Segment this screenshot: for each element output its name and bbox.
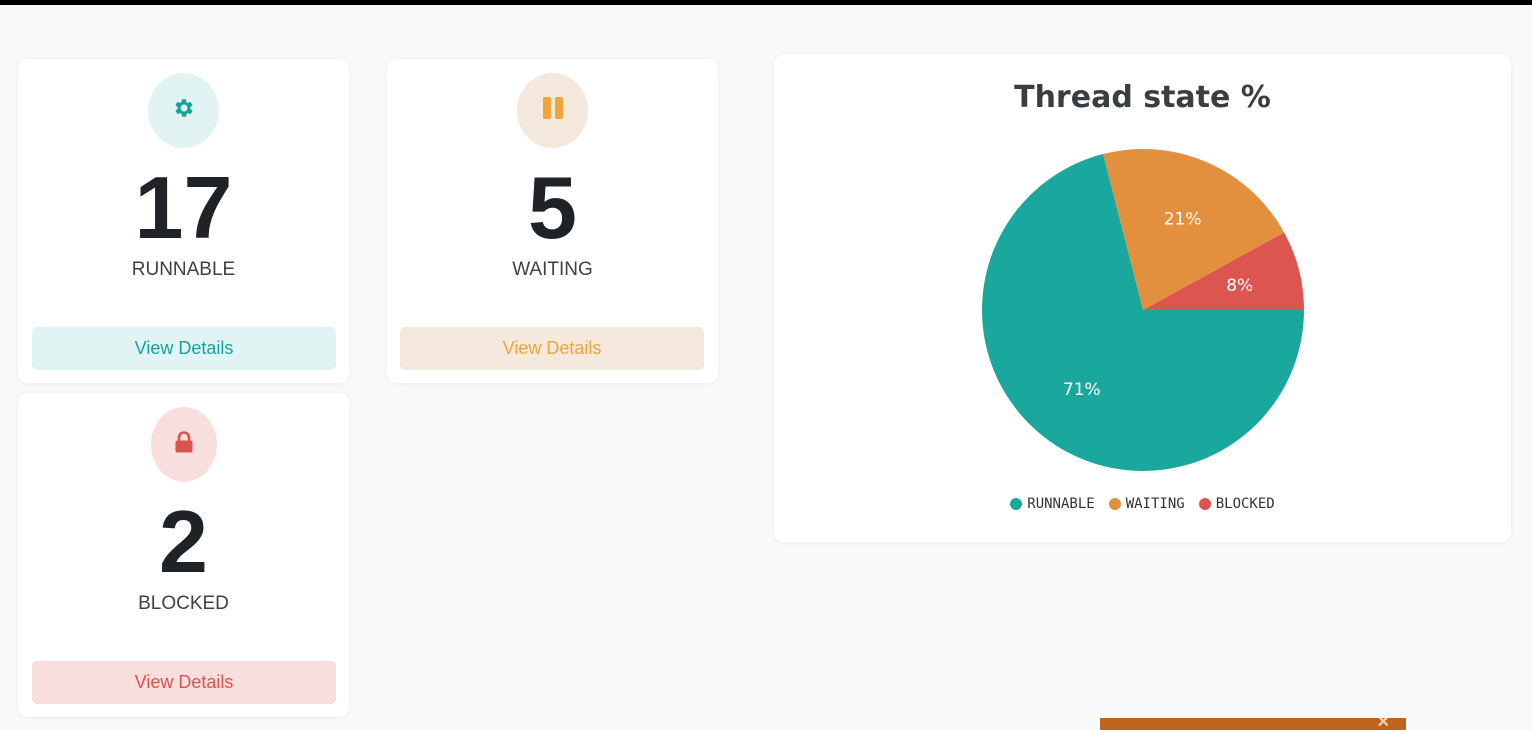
runnable-count: 17 <box>134 158 233 257</box>
toast-close-icon[interactable]: ✕ <box>1377 718 1390 730</box>
legend-item-blocked[interactable]: BLOCKED <box>1198 496 1275 512</box>
runnable-label: RUNNABLE <box>131 259 236 280</box>
waiting-label: WAITING <box>512 259 593 280</box>
chart-legend: RUNNABLE WAITING BLOCKED <box>774 496 1511 512</box>
runnable-icon-circle <box>148 73 219 148</box>
waiting-view-details-button[interactable]: View Details <box>400 327 704 370</box>
legend-item-waiting[interactable]: WAITING <box>1108 496 1185 512</box>
blocked-count: 2 <box>159 492 208 591</box>
waiting-card: 5 WAITING View Details <box>387 59 718 383</box>
waiting-icon-circle <box>517 73 588 148</box>
legend-label-blocked: BLOCKED <box>1215 496 1275 512</box>
legend-label-runnable: RUNNABLE <box>1027 496 1095 512</box>
pie-label-runnable: 71% <box>1063 380 1101 400</box>
legend-dot-runnable <box>1010 498 1023 510</box>
gear-icon <box>172 96 196 125</box>
pause-icon <box>541 96 565 125</box>
blocked-view-details-button[interactable]: View Details <box>32 661 336 704</box>
pie-chart: 8% 21% 71% <box>982 149 1304 472</box>
top-bar <box>0 0 1532 5</box>
waiting-count: 5 <box>528 158 577 257</box>
lock-icon <box>174 431 194 458</box>
pie-label-blocked: 8% <box>1226 276 1253 296</box>
blocked-card: 2 BLOCKED View Details <box>18 393 349 717</box>
legend-label-waiting: WAITING <box>1125 496 1185 512</box>
legend-dot-waiting <box>1108 498 1121 510</box>
notification-toast: ✕ <box>1100 718 1406 730</box>
legend-item-runnable[interactable]: RUNNABLE <box>1010 496 1095 512</box>
pie-label-waiting: 21% <box>1164 209 1202 229</box>
blocked-label: BLOCKED <box>138 593 229 614</box>
legend-dot-blocked <box>1198 498 1211 510</box>
blocked-icon-circle <box>151 407 217 482</box>
thread-state-chart-card: Thread state % 8% 21% 71% RUNNABLE WAITING B… <box>774 54 1511 542</box>
runnable-card: 17 RUNNABLE View Details <box>18 59 349 383</box>
runnable-view-details-button[interactable]: View Details <box>32 327 336 370</box>
